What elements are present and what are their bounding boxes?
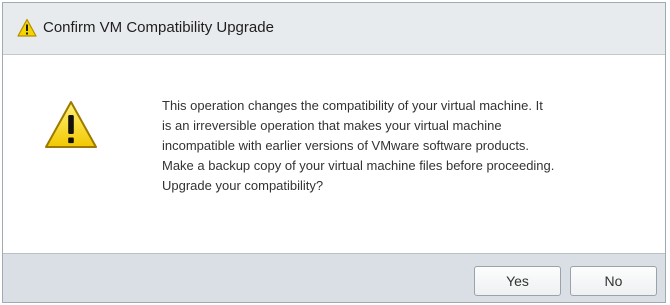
warning-icon bbox=[43, 99, 99, 151]
dialog-titlebar: Confirm VM Compatibility Upgrade bbox=[3, 3, 665, 55]
confirm-dialog: Confirm VM Compatibility Upgrade This op… bbox=[2, 2, 666, 303]
dialog-footer: Yes No bbox=[3, 253, 665, 302]
message-line: Make a backup copy of your virtual machi… bbox=[162, 158, 555, 173]
warning-icon bbox=[17, 18, 37, 38]
no-button[interactable]: No bbox=[570, 266, 657, 296]
message-line: is an irreversible operation that makes … bbox=[162, 118, 502, 133]
dialog-title: Confirm VM Compatibility Upgrade bbox=[43, 19, 274, 36]
yes-button[interactable]: Yes bbox=[474, 266, 561, 296]
dialog-message: This operation changes the compatibility… bbox=[162, 96, 657, 196]
message-line: incompatible with earlier versions of VM… bbox=[162, 138, 530, 153]
message-line: This operation changes the compatibility… bbox=[162, 98, 543, 113]
message-line: Upgrade your compatibility? bbox=[162, 178, 324, 193]
